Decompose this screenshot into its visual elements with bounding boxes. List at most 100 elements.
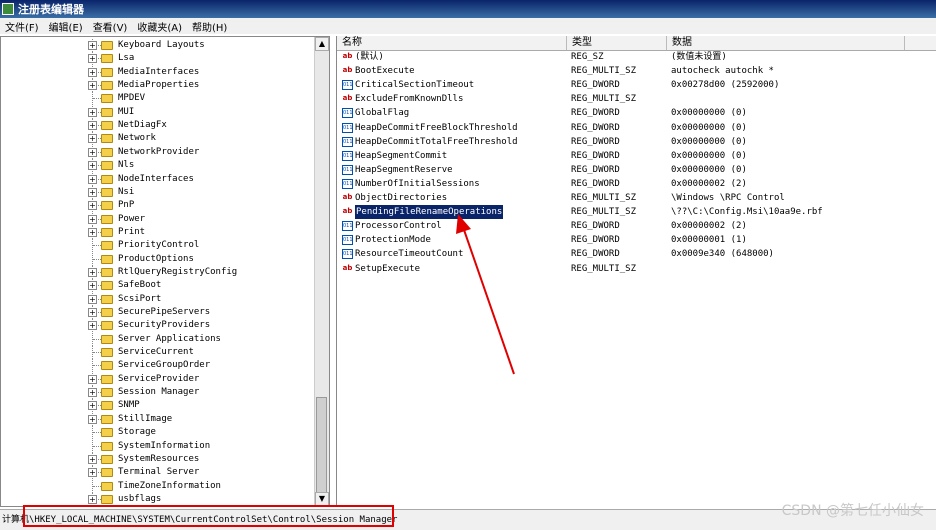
expand-plus-icon[interactable]: + bbox=[88, 147, 97, 157]
tree-item[interactable]: + ScsiPort bbox=[1, 292, 317, 306]
tree-item[interactable]: ProductOptions bbox=[1, 252, 317, 266]
expand-plus-icon[interactable]: + bbox=[88, 494, 97, 504]
tree-item[interactable]: + SNMP bbox=[1, 399, 317, 413]
tree-item[interactable]: + Print bbox=[1, 225, 317, 239]
tree-item[interactable]: + PnP bbox=[1, 199, 317, 213]
tree-item[interactable]: + RtlQueryRegistryConfig bbox=[1, 265, 317, 279]
expand-plus-icon[interactable]: + bbox=[88, 174, 97, 184]
tree-item[interactable]: ServiceCurrent bbox=[1, 346, 317, 360]
expand-plus-icon[interactable]: + bbox=[88, 401, 97, 411]
tree-item[interactable]: PriorityControl bbox=[1, 239, 317, 253]
expand-plus-icon[interactable]: + bbox=[88, 321, 97, 331]
expand-plus-icon[interactable]: + bbox=[88, 454, 97, 464]
menu-item-4[interactable]: 帮助(H) bbox=[187, 19, 232, 34]
value-row[interactable]: 011 NumberOfInitialSessions REG_DWORD 0x000… bbox=[337, 177, 936, 191]
tree-item[interactable]: + NetDiagFx bbox=[1, 119, 317, 133]
tree-item[interactable]: Storage bbox=[1, 426, 317, 440]
scrollbar-thumb[interactable] bbox=[316, 397, 327, 493]
tree-item[interactable]: + usbflags bbox=[1, 492, 317, 506]
value-row[interactable]: ab ExcludeFromKnownDlls REG_MULTI_SZ bbox=[337, 92, 936, 106]
value-row[interactable]: ab ObjectDirectories REG_MULTI_SZ \Windows … bbox=[337, 191, 936, 205]
tree-item[interactable]: + Keyboard Layouts bbox=[1, 39, 317, 52]
expand-plus-icon[interactable]: + bbox=[88, 388, 97, 398]
tree-item[interactable]: + Power bbox=[1, 212, 317, 226]
expand-plus-icon[interactable]: + bbox=[88, 201, 97, 211]
column-header-name[interactable]: 名称 bbox=[337, 36, 567, 50]
expand-plus-icon[interactable]: + bbox=[88, 67, 97, 77]
tree-item[interactable]: SystemInformation bbox=[1, 439, 317, 453]
registry-key-tree[interactable]: + Keyboard Layouts + Lsa + MediaInterfaces + Me… bbox=[0, 36, 330, 507]
value-row[interactable]: 011 ProtectionMode REG_DWORD 0x00000001 (1) bbox=[337, 233, 936, 247]
value-row[interactable]: 011 ResourceTimeoutCount REG_DWORD 0x0009e3… bbox=[337, 247, 936, 261]
value-row[interactable]: ab BootExecute REG_MULTI_SZ autocheck autoc… bbox=[337, 64, 936, 78]
expand-plus-icon[interactable]: + bbox=[88, 227, 97, 237]
value-row[interactable]: 011 HeapSegmentReserve REG_DWORD 0x00000000… bbox=[337, 163, 936, 177]
expand-plus-icon[interactable]: + bbox=[88, 294, 97, 304]
value-row[interactable]: ab (默认) REG_SZ (数值未设置) bbox=[337, 50, 936, 64]
tree-item[interactable]: + NodeInterfaces bbox=[1, 172, 317, 186]
tree-item[interactable]: + SecurityProviders bbox=[1, 319, 317, 333]
registry-values-list[interactable]: 名称 类型 数据 ab (默认) REG_SZ (数值未设置) ab BootExecut… bbox=[336, 36, 936, 507]
value-data: (数值未设置) bbox=[671, 52, 727, 62]
expand-plus-icon[interactable]: + bbox=[88, 107, 97, 117]
value-row[interactable]: 011 GlobalFlag REG_DWORD 0x00000000 (0) bbox=[337, 106, 936, 120]
tree-item[interactable]: + ServiceProvider bbox=[1, 372, 317, 386]
tree-scrollbar[interactable]: ▲ ▼ bbox=[314, 37, 329, 506]
folder-icon bbox=[101, 281, 113, 291]
folder-icon bbox=[101, 107, 113, 117]
folder-icon bbox=[101, 81, 113, 91]
tree-item-label: PnP bbox=[118, 200, 135, 211]
tree-item[interactable]: + Lsa bbox=[1, 52, 317, 66]
expand-plus-icon[interactable]: + bbox=[88, 468, 97, 478]
column-header-type[interactable]: 类型 bbox=[567, 36, 667, 50]
tree-item[interactable]: + MUI bbox=[1, 105, 317, 119]
expand-plus-icon[interactable]: + bbox=[88, 414, 97, 424]
tree-item[interactable]: + Nls bbox=[1, 159, 317, 173]
expand-plus-icon[interactable]: + bbox=[88, 214, 97, 224]
tree-item[interactable]: + SafeBoot bbox=[1, 279, 317, 293]
column-header-data[interactable]: 数据 bbox=[667, 36, 905, 50]
tree-item[interactable]: + Session Manager bbox=[1, 386, 317, 400]
tree-item[interactable]: Server Applications bbox=[1, 332, 317, 346]
value-row[interactable]: 011 ProcessorControl REG_DWORD 0x00000002 (… bbox=[337, 219, 936, 233]
tree-item[interactable]: ServiceGroupOrder bbox=[1, 359, 317, 373]
tree-item[interactable]: + MediaInterfaces bbox=[1, 65, 317, 79]
tree-item[interactable]: + Terminal Server bbox=[1, 466, 317, 480]
value-data: 0x00000002 (2) bbox=[671, 221, 747, 232]
tree-item[interactable]: + StillImage bbox=[1, 412, 317, 426]
tree-item[interactable]: + SystemResources bbox=[1, 452, 317, 466]
value-row[interactable]: ab PendingFileRenameOperations REG_MULTI_S… bbox=[337, 204, 936, 221]
tree-item[interactable]: + NetworkProvider bbox=[1, 145, 317, 159]
expand-plus-icon[interactable]: + bbox=[88, 121, 97, 131]
expand-plus-icon[interactable]: + bbox=[88, 308, 97, 317]
expand-plus-icon[interactable]: + bbox=[88, 267, 97, 277]
expand-plus-icon[interactable]: + bbox=[88, 187, 97, 197]
tree-item-label: MPDEV bbox=[118, 93, 146, 104]
menu-item-1[interactable]: 编辑(E) bbox=[44, 19, 88, 34]
expand-plus-icon[interactable]: + bbox=[88, 374, 97, 384]
expand-plus-icon[interactable]: + bbox=[88, 81, 97, 91]
tree-item[interactable]: TimeZoneInformation bbox=[1, 479, 317, 493]
string-value-icon: ab bbox=[342, 207, 353, 216]
tree-item[interactable]: + Nsi bbox=[1, 185, 317, 199]
expand-plus-icon[interactable]: + bbox=[88, 54, 97, 64]
tree-item-label: Server Applications bbox=[118, 333, 221, 344]
menu-item-0[interactable]: 文件(F) bbox=[0, 19, 44, 34]
value-row[interactable]: 011 HeapDeCommitTotalFreeThreshold REG_DWO… bbox=[337, 135, 936, 149]
value-row[interactable]: ab SetupExecute REG_MULTI_SZ bbox=[337, 262, 936, 276]
tree-item[interactable]: + Network bbox=[1, 132, 317, 146]
value-row[interactable]: 011 CriticalSectionTimeout REG_DWORD 0x0027… bbox=[337, 78, 936, 92]
expand-plus-icon[interactable]: + bbox=[88, 161, 97, 171]
expand-plus-icon[interactable]: + bbox=[88, 281, 97, 291]
tree-item[interactable]: + MediaProperties bbox=[1, 79, 317, 93]
menu-item-3[interactable]: 收藏夹(A) bbox=[132, 19, 187, 34]
expand-plus-icon[interactable]: + bbox=[88, 134, 97, 144]
value-row[interactable]: 011 HeapSegmentCommit REG_DWORD 0x00000000 … bbox=[337, 149, 936, 163]
value-row[interactable]: 011 HeapDeCommitFreeBlockThreshold REG_DWO… bbox=[337, 121, 936, 135]
expand-plus-icon[interactable]: + bbox=[88, 41, 97, 50]
tree-item[interactable]: MPDEV bbox=[1, 92, 317, 106]
tree-item[interactable]: + SecurePipeServers bbox=[1, 306, 317, 319]
scroll-up-arrow-icon[interactable]: ▲ bbox=[315, 37, 329, 51]
menu-item-2[interactable]: 查看(V) bbox=[88, 19, 133, 34]
scroll-down-arrow-icon[interactable]: ▼ bbox=[315, 492, 329, 506]
